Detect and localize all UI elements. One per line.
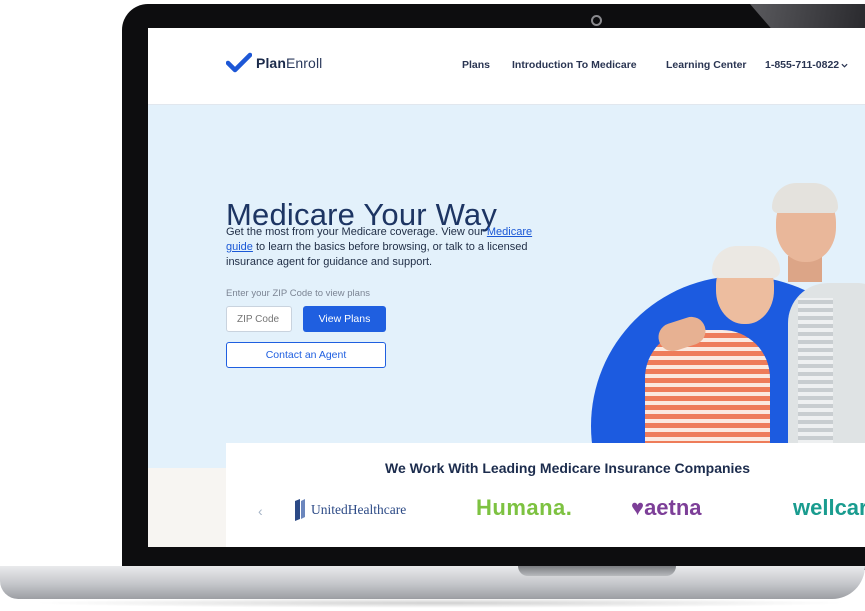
nav-plans[interactable]: Plans	[462, 59, 490, 71]
hero-photo-man-tshirt	[798, 298, 833, 448]
uhc-logo-text: UnitedHealthcare	[311, 502, 407, 517]
partners-side-background	[148, 468, 226, 547]
contact-agent-button[interactable]: Contact an Agent	[226, 342, 386, 368]
planenroll-logo[interactable]: PlanEnroll	[226, 52, 322, 74]
nav-phone-number[interactable]: 1-855-711-0822	[765, 59, 848, 71]
zip-code-input[interactable]	[226, 306, 292, 332]
logo-text-enroll: Enroll	[285, 55, 323, 71]
partners-section: We Work With Leading Medicare Insurance …	[226, 443, 865, 547]
nav-learning-center[interactable]: Learning Center	[666, 59, 747, 71]
website-screen: PlanEnroll Plans Introduction To Medicar…	[148, 28, 865, 547]
laptop-shadow	[30, 598, 850, 608]
site-header: PlanEnroll Plans Introduction To Medicar…	[148, 28, 865, 105]
hero-description: Get the most from your Medicare coverage…	[226, 225, 546, 270]
uhc-shield-icon	[295, 499, 305, 521]
unitedhealthcare-logo[interactable]: UnitedHealthcare	[294, 499, 406, 521]
wellcare-logo[interactable]: wellcar	[793, 495, 865, 521]
hero-desc-text-2: to learn the basics before browsing, or …	[226, 241, 528, 268]
chevron-down-icon	[841, 63, 848, 68]
phone-number-text: 1-855-711-0822	[765, 59, 840, 71]
heart-icon: ♥	[631, 495, 645, 520]
partners-title: We Work With Leading Medicare Insurance …	[385, 460, 750, 476]
aetna-logo-text: aetna	[644, 495, 702, 520]
laptop-base-notch	[518, 566, 676, 576]
hero-desc-text-1: Get the most from your Medicare coverage…	[226, 226, 487, 238]
hero-photo-woman-hair	[712, 246, 780, 278]
hero-photo-man-hair	[772, 183, 838, 213]
view-plans-button[interactable]: View Plans	[303, 306, 386, 332]
humana-logo[interactable]: Humana.	[476, 495, 572, 521]
logo-text-plan: Plan	[256, 55, 286, 71]
webcam-icon	[591, 15, 602, 26]
checkmark-icon	[226, 52, 252, 73]
carousel-prev-arrow[interactable]: ‹	[258, 503, 263, 519]
zip-label: Enter your ZIP Code to view plans	[226, 288, 370, 299]
aetna-logo[interactable]: ♥aetna	[631, 495, 702, 521]
nav-introduction-to-medicare[interactable]: Introduction To Medicare	[512, 59, 637, 71]
logo-text: PlanEnroll	[256, 55, 322, 71]
laptop-base	[0, 566, 865, 599]
